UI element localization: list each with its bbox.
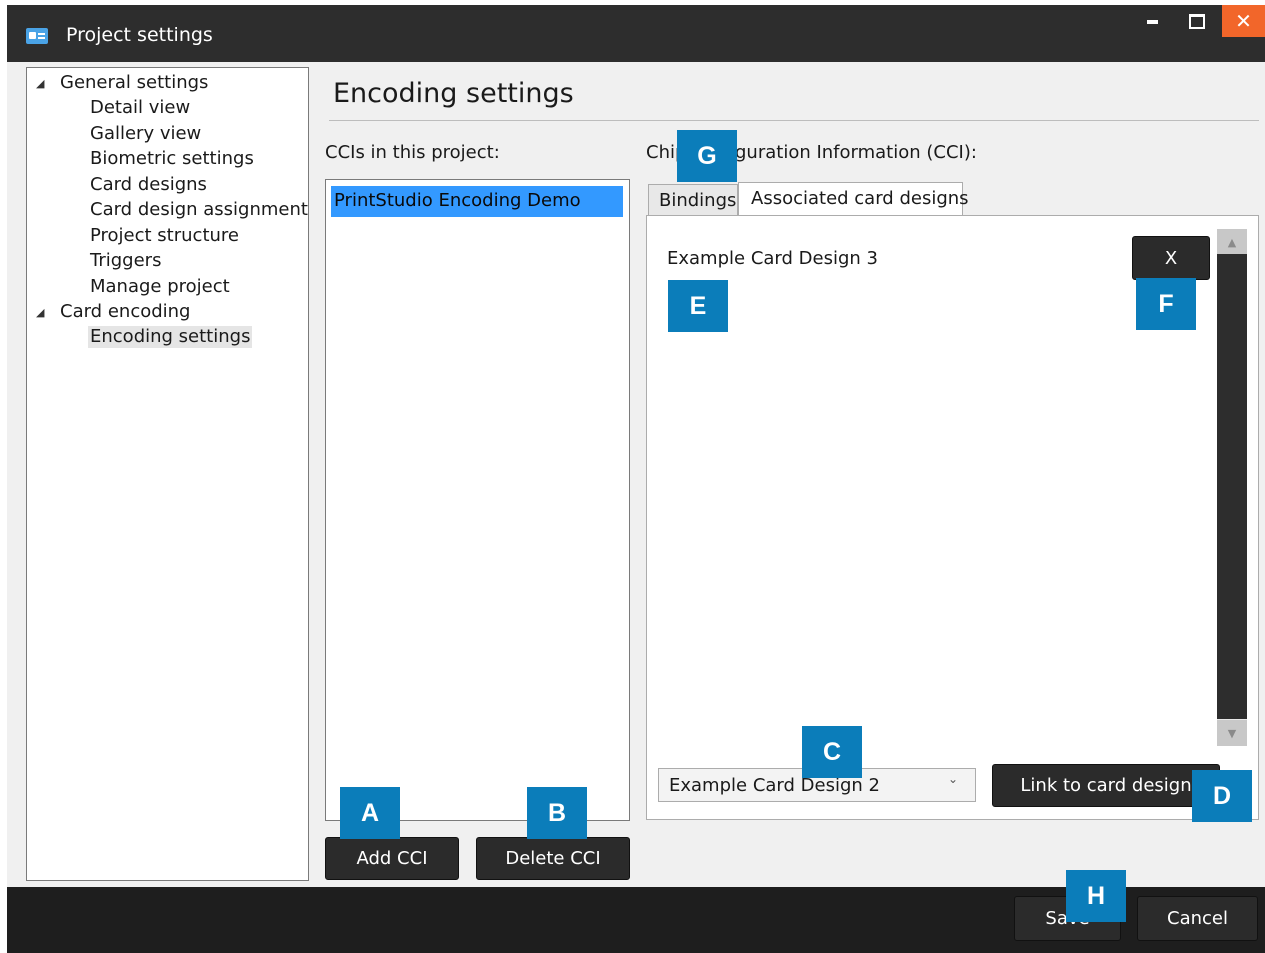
close-icon: ✕ bbox=[1235, 9, 1252, 33]
tree-item-triggers[interactable]: Triggers bbox=[90, 250, 161, 272]
chevron-down-icon: ⌄ bbox=[948, 772, 959, 786]
tree-group-card-encoding[interactable]: Card encoding bbox=[60, 301, 190, 323]
link-to-card-design-button[interactable]: Link to card design bbox=[992, 764, 1220, 807]
callout-h: H bbox=[1066, 870, 1126, 922]
collapse-arrow-icon[interactable]: ◢ bbox=[36, 306, 44, 319]
callout-e: E bbox=[668, 280, 728, 332]
cancel-button[interactable]: Cancel bbox=[1137, 896, 1258, 941]
tab-bindings[interactable]: Bindings bbox=[648, 184, 738, 216]
tab-associated-card-designs[interactable]: Associated card designs bbox=[738, 182, 969, 217]
tree-group-general-settings[interactable]: General settings bbox=[60, 72, 208, 94]
ccis-list-label: CCIs in this project: bbox=[325, 142, 500, 163]
cci-panel-label-end: guration Information (CCI): bbox=[735, 142, 977, 163]
tree-item-gallery-view[interactable]: Gallery view bbox=[90, 123, 201, 145]
settings-tree: ◢ General settings Detail view Gallery v… bbox=[26, 67, 309, 881]
page-title: Encoding settings bbox=[333, 78, 574, 109]
callout-g: G bbox=[677, 130, 737, 182]
close-button[interactable]: ✕ bbox=[1222, 5, 1265, 37]
tree-item-detail-view[interactable]: Detail view bbox=[90, 97, 190, 119]
callout-c: C bbox=[802, 726, 862, 778]
minimize-icon bbox=[1146, 20, 1158, 24]
remove-design-button[interactable]: X bbox=[1132, 236, 1210, 280]
cci-list[interactable] bbox=[325, 179, 630, 821]
cci-list-item[interactable]: PrintStudio Encoding Demo bbox=[331, 186, 623, 217]
maximize-button[interactable] bbox=[1178, 5, 1216, 37]
collapse-arrow-icon[interactable]: ◢ bbox=[36, 77, 44, 90]
associated-design-name: Example Card Design 3 bbox=[667, 248, 878, 269]
add-cci-button[interactable]: Add CCI bbox=[325, 837, 459, 880]
heading-divider bbox=[329, 120, 1259, 121]
scrollbar-thumb[interactable] bbox=[1217, 254, 1247, 719]
callout-a: A bbox=[340, 787, 400, 839]
window-title: Project settings bbox=[66, 24, 213, 46]
scroll-up-arrow-icon[interactable]: ▲ bbox=[1217, 229, 1247, 255]
app-card-icon bbox=[26, 28, 48, 44]
callout-f: F bbox=[1136, 278, 1196, 330]
callout-d: D bbox=[1192, 770, 1252, 822]
scroll-down-arrow-icon[interactable]: ▼ bbox=[1217, 720, 1247, 746]
tree-item-project-structure[interactable]: Project structure bbox=[90, 225, 239, 247]
delete-cci-button[interactable]: Delete CCI bbox=[476, 837, 630, 880]
tree-item-manage-project[interactable]: Manage project bbox=[90, 276, 230, 298]
tree-item-encoding-settings[interactable]: Encoding settings bbox=[88, 326, 253, 348]
tree-item-card-designs[interactable]: Card designs bbox=[90, 174, 207, 196]
tree-item-card-design-assignment[interactable]: Card design assignment bbox=[90, 199, 308, 221]
tree-item-biometric-settings[interactable]: Biometric settings bbox=[90, 148, 254, 170]
minimize-button[interactable] bbox=[1133, 5, 1171, 37]
maximize-icon bbox=[1189, 13, 1205, 29]
callout-b: B bbox=[527, 787, 587, 839]
